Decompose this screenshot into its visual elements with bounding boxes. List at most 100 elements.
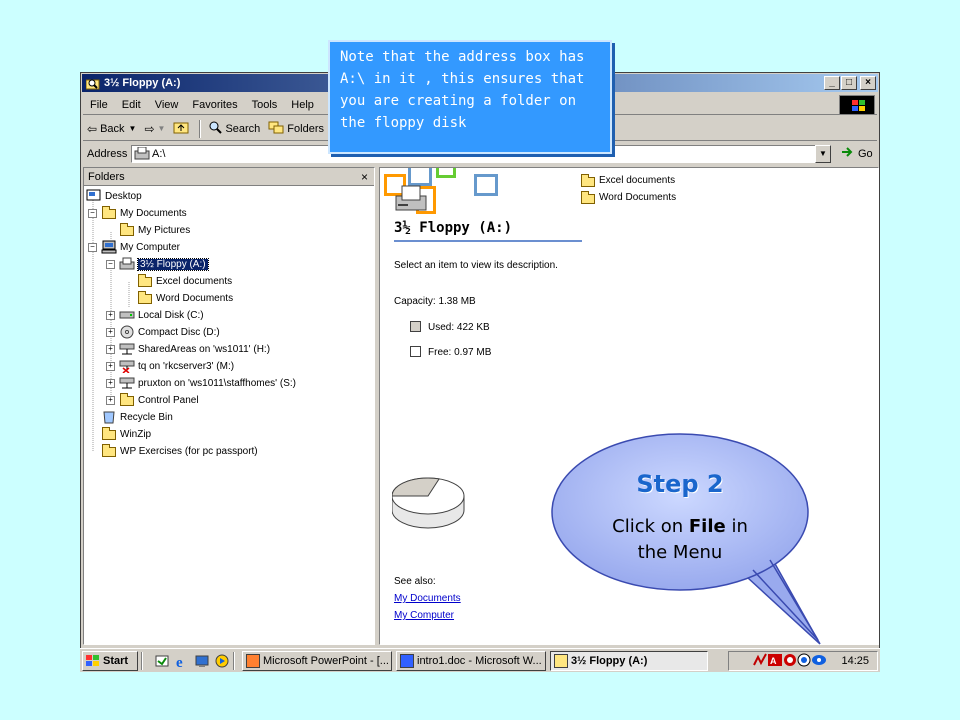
my-documents-icon <box>101 206 117 220</box>
folders-header: Folders × <box>84 168 374 186</box>
menu-help[interactable]: Help <box>284 99 321 111</box>
address-dropdown-button[interactable]: ▼ <box>815 145 831 163</box>
taskbar-separator <box>141 651 143 670</box>
tree-item-sharedareas[interactable]: + SharedAreas on 'ws1011' (H:) <box>106 341 270 357</box>
outlook-icon[interactable] <box>154 653 170 669</box>
folders-icon <box>268 120 284 137</box>
chevron-down-icon: ▼ <box>157 124 166 133</box>
menu-file[interactable]: File <box>83 99 115 111</box>
folder-icon <box>137 291 153 305</box>
desktop-icon <box>86 189 102 203</box>
floppy-drive-icon <box>394 184 428 219</box>
start-button[interactable]: Start <box>82 650 138 671</box>
folder-icon <box>580 190 596 205</box>
folders-pane: Folders × Desktop − My Documents My Pict… <box>83 167 375 645</box>
link-my-documents[interactable]: My Documents <box>394 593 461 604</box>
tree-item-control-panel[interactable]: + Control Panel <box>106 392 199 408</box>
tree-item-wp-exercises[interactable]: WP Exercises (for pc passport) <box>101 443 258 459</box>
powerpoint-icon <box>246 653 260 668</box>
expand-toggle[interactable]: + <box>106 327 115 337</box>
expand-toggle[interactable]: + <box>106 395 115 405</box>
file-list: Excel documents Word Documents <box>580 172 676 206</box>
tree-item-my-documents[interactable]: − My Documents <box>88 205 187 221</box>
free-text: Free: 0.97 MB <box>428 347 492 358</box>
tree-item-winzip[interactable]: WinZip <box>101 426 151 442</box>
banner-square <box>436 168 456 178</box>
search-folder-icon <box>85 76 100 90</box>
expand-toggle[interactable]: + <box>106 310 115 320</box>
link-my-computer[interactable]: My Computer <box>394 610 454 621</box>
tree-item-local-disk[interactable]: + Local Disk (C:) <box>106 307 204 323</box>
capacity-text: Capacity: 1.38 MB <box>394 296 476 307</box>
go-arrow-icon <box>841 146 855 161</box>
svg-text:e: e <box>176 655 183 669</box>
taskbar-separator <box>233 651 235 670</box>
heading-rule <box>394 240 582 242</box>
folder-icon <box>119 223 135 237</box>
window-title: 3½ Floppy (A:) <box>104 77 181 89</box>
floppy-drive-icon <box>119 257 135 271</box>
tree-item-my-pictures[interactable]: My Pictures <box>119 222 190 238</box>
used-text: Used: 422 KB <box>428 322 490 333</box>
computer-icon <box>101 240 117 254</box>
up-folder-button[interactable] <box>169 119 196 139</box>
tree-item-excel-documents[interactable]: Excel documents <box>137 273 232 289</box>
menu-tools[interactable]: Tools <box>245 99 285 111</box>
maximize-button[interactable]: □ <box>841 76 857 90</box>
expand-toggle[interactable]: + <box>106 361 115 371</box>
task-word[interactable]: intro1.doc - Microsoft W... <box>396 650 546 671</box>
list-item-word-documents[interactable]: Word Documents <box>580 189 676 206</box>
close-button[interactable]: × <box>860 76 876 90</box>
see-also-label: See also: <box>394 576 436 587</box>
tree-item-pruxton[interactable]: + pruxton on 'ws1011\staffhomes' (S:) <box>106 375 296 391</box>
tree-item-floppy[interactable]: − 3½ Floppy (A:) <box>106 256 209 272</box>
collapse-toggle[interactable]: − <box>106 259 115 269</box>
control-panel-icon <box>119 393 135 407</box>
expand-toggle[interactable]: + <box>106 344 115 354</box>
expand-toggle[interactable]: + <box>106 378 115 388</box>
prompt-text: Select an item to view its description. <box>394 260 558 271</box>
network-drive-icon <box>119 342 135 356</box>
list-item-excel-documents[interactable]: Excel documents <box>580 172 676 189</box>
step-bubble-text: Step 2 Click on File in the Menu <box>570 470 790 566</box>
menu-view[interactable]: View <box>148 99 186 111</box>
forward-button[interactable]: ⇨ ▼ <box>140 119 169 139</box>
disconnected-drive-icon <box>119 359 135 374</box>
quick-launch: e <box>154 653 230 671</box>
drive-heading: 3½ Floppy (A:) <box>394 220 513 236</box>
disk-usage-pie <box>392 477 465 529</box>
search-icon <box>208 120 223 137</box>
media-player-icon[interactable] <box>214 653 230 669</box>
word-icon <box>400 653 414 668</box>
clock: 14:25 <box>841 655 869 667</box>
tree-item-my-computer[interactable]: − My Computer <box>88 239 180 255</box>
chevron-down-icon: ▼ <box>128 124 137 133</box>
menu-edit[interactable]: Edit <box>115 99 148 111</box>
folder-icon <box>137 274 153 288</box>
show-desktop-icon[interactable] <box>194 653 210 669</box>
tree-item-tq[interactable]: + tq on 'rkcserver3' (M:) <box>106 358 234 374</box>
close-folders-button[interactable]: × <box>361 168 368 186</box>
windows-flag-icon <box>86 654 100 667</box>
step-title: Step 2 <box>636 470 724 498</box>
collapse-toggle[interactable]: − <box>88 242 97 252</box>
banner-square <box>474 174 498 196</box>
tree-item-word-documents[interactable]: Word Documents <box>137 290 233 306</box>
collapse-toggle[interactable]: − <box>88 208 97 218</box>
menu-favorites[interactable]: Favorites <box>185 99 244 111</box>
folders-button[interactable]: Folders <box>264 119 328 139</box>
tree-item-recycle-bin[interactable]: Recycle Bin <box>101 409 173 425</box>
used-legend-swatch <box>410 321 421 332</box>
tree-item-compact-disc[interactable]: + Compact Disc (D:) <box>106 324 220 340</box>
minimize-button[interactable]: _ <box>824 76 840 90</box>
recycle-bin-icon <box>101 410 117 424</box>
tree-item-desktop[interactable]: Desktop <box>86 188 142 204</box>
back-arrow-icon: ⇦ <box>87 121 98 136</box>
back-button[interactable]: ⇦ Back ▼ <box>83 119 140 139</box>
search-button[interactable]: Search <box>204 119 264 139</box>
task-powerpoint[interactable]: Microsoft PowerPoint - [... <box>242 650 392 671</box>
windows-logo-icon <box>839 95 875 115</box>
internet-explorer-icon[interactable]: e <box>174 653 190 671</box>
folder-icon <box>580 173 596 188</box>
go-button[interactable]: Go <box>841 146 873 161</box>
